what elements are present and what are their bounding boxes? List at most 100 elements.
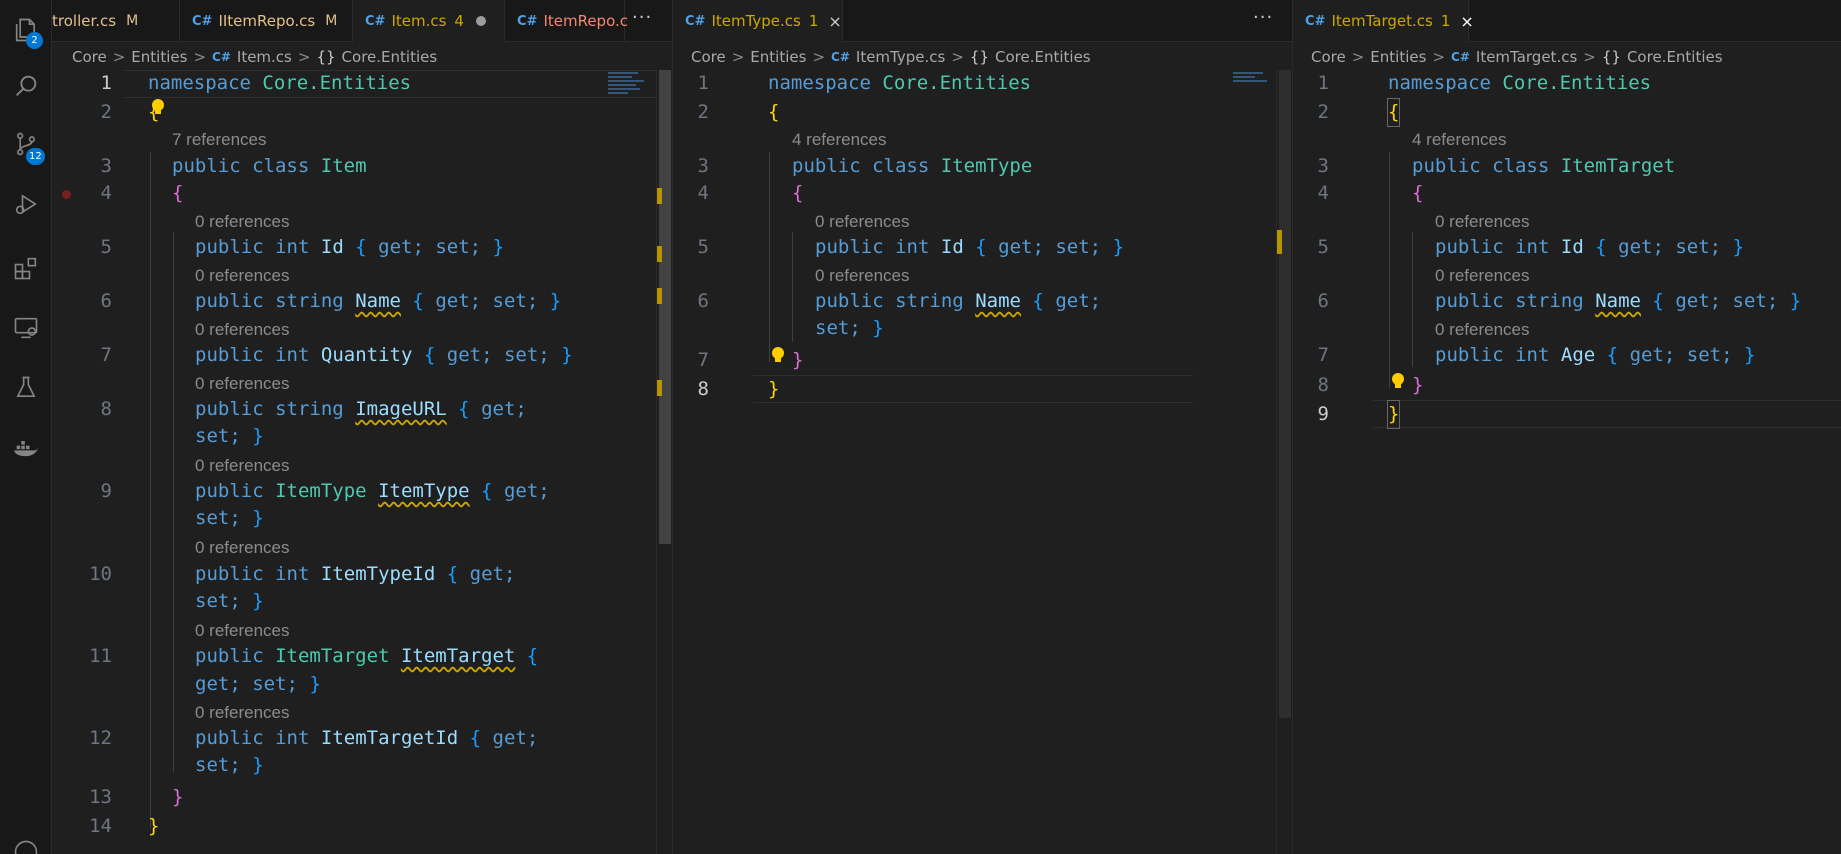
more-actions-icon[interactable]: ··· bbox=[632, 0, 652, 42]
code-token: public bbox=[172, 155, 241, 177]
search-icon[interactable] bbox=[0, 62, 52, 110]
breadcrumb-item[interactable]: Core.Entities bbox=[995, 48, 1091, 66]
line-number: 3 bbox=[697, 155, 709, 177]
codelens-references[interactable]: 0 references bbox=[195, 453, 290, 479]
code-token: int bbox=[275, 563, 310, 585]
code-token: Id bbox=[320, 236, 344, 258]
minimap[interactable] bbox=[608, 70, 648, 100]
breadcrumb-item[interactable]: Core.Entities bbox=[1627, 48, 1723, 66]
remote-explorer-icon[interactable] bbox=[0, 304, 52, 352]
source-control-icon[interactable]: 12 bbox=[0, 120, 52, 168]
minimap[interactable] bbox=[1233, 70, 1273, 100]
breadcrumb-item[interactable]: ItemType.cs bbox=[856, 48, 945, 66]
tab-iitemrepo[interactable]: C# IItemRepo.cs M bbox=[180, 0, 353, 42]
breadcrumb-item[interactable]: Core bbox=[1311, 48, 1346, 66]
codelens-references[interactable]: 0 references bbox=[195, 263, 290, 289]
codelens-references[interactable]: 4 references bbox=[792, 127, 887, 153]
line-number: 14 bbox=[89, 815, 112, 837]
code-token: set; bbox=[252, 673, 298, 695]
code-token: public bbox=[815, 290, 884, 312]
scrollbar-thumb[interactable] bbox=[1279, 70, 1291, 718]
code-token: Name bbox=[1595, 290, 1641, 312]
scrollbar-thumb[interactable] bbox=[659, 70, 671, 544]
code-token: public bbox=[1435, 236, 1504, 258]
warning-marker bbox=[657, 288, 662, 304]
testing-icon[interactable] bbox=[0, 364, 52, 412]
accounts-icon[interactable] bbox=[0, 828, 52, 854]
tab-itemtarget[interactable]: C# ItemTarget.cs 1 × bbox=[1293, 0, 1474, 42]
line-number: 12 bbox=[89, 727, 112, 749]
line-number: 6 bbox=[100, 290, 112, 312]
close-icon[interactable]: × bbox=[828, 12, 841, 31]
code-token: ItemType bbox=[940, 155, 1033, 177]
vertical-scrollbar[interactable] bbox=[656, 70, 671, 854]
problem-count: 4 bbox=[454, 12, 464, 30]
source-control-badge: 12 bbox=[26, 148, 45, 165]
tab-controller[interactable]: troller.cs M bbox=[52, 0, 180, 42]
code-token: Name bbox=[355, 290, 401, 312]
vertical-scrollbar[interactable] bbox=[1276, 70, 1291, 854]
codelens-references[interactable]: 7 references bbox=[172, 127, 267, 153]
code-token: { bbox=[172, 182, 184, 204]
breadcrumb-item[interactable]: Item.cs bbox=[237, 48, 292, 66]
tab-label: IItemRepo.cs bbox=[218, 12, 316, 30]
csharp-icon: C# bbox=[1451, 50, 1470, 64]
code-token: Quantity bbox=[320, 344, 413, 366]
more-actions-icon[interactable]: ··· bbox=[1253, 0, 1273, 42]
codelens-references[interactable]: 0 references bbox=[1435, 263, 1530, 289]
code-token: get; bbox=[195, 673, 241, 695]
line-number: 5 bbox=[697, 236, 709, 258]
explorer-icon[interactable]: 2 bbox=[0, 6, 52, 54]
editor-group-itemtype: C# ItemType.cs 1 × ··· Core > Entities > C… bbox=[673, 0, 1292, 854]
code-token: set; bbox=[1732, 290, 1779, 312]
codelens-references[interactable]: 0 references bbox=[815, 263, 910, 289]
codelens-references[interactable]: 4 references bbox=[1412, 127, 1507, 153]
code-token: } bbox=[1412, 374, 1424, 396]
codelens-references[interactable]: 0 references bbox=[195, 371, 290, 397]
code-token: int bbox=[1515, 236, 1550, 258]
csharp-icon: C# bbox=[517, 13, 538, 29]
unsaved-dot-icon[interactable] bbox=[475, 16, 486, 26]
chevron-right-icon: > bbox=[112, 48, 126, 66]
tab-itemrepo[interactable]: C# ItemRepo.c bbox=[505, 0, 628, 42]
breadcrumb-item[interactable]: Core bbox=[691, 48, 726, 66]
breadcrumb-item[interactable]: Core.Entities bbox=[342, 48, 438, 66]
editor-group-itemtarget: C# ItemTarget.cs 1 × Core > Entities > C# I… bbox=[1293, 0, 1841, 854]
activity-bar: 2 12 bbox=[0, 0, 52, 854]
breadcrumb-item[interactable]: Core bbox=[72, 48, 107, 66]
chevron-right-icon: > bbox=[1583, 48, 1596, 66]
code-token: Core.Entities bbox=[1502, 72, 1652, 94]
line-number: 1 bbox=[697, 72, 709, 94]
codelens-references[interactable]: 0 references bbox=[195, 618, 290, 644]
breadcrumb-item[interactable]: Entities bbox=[1370, 48, 1426, 66]
code-token: get; bbox=[481, 398, 527, 420]
code-token: get; bbox=[503, 480, 550, 502]
codelens-references[interactable]: 0 references bbox=[1435, 209, 1530, 235]
code-token: ItemTypeId bbox=[320, 563, 436, 585]
codelens-references[interactable]: 0 references bbox=[195, 209, 290, 235]
editor-group-item: troller.cs M C# IItemRepo.cs M C# Item.c… bbox=[52, 0, 672, 854]
code-token: { bbox=[792, 182, 804, 204]
tab-itemtype[interactable]: C# ItemType.cs 1 × bbox=[673, 0, 843, 42]
codelens-references[interactable]: 0 references bbox=[195, 535, 290, 561]
csharp-icon: C# bbox=[831, 50, 850, 64]
line-number: 4 bbox=[697, 182, 709, 204]
extensions-icon[interactable] bbox=[0, 244, 52, 292]
run-debug-icon[interactable] bbox=[0, 180, 52, 228]
breadcrumb-item[interactable]: Entities bbox=[131, 48, 187, 66]
line-number: 3 bbox=[100, 155, 112, 177]
close-icon[interactable]: × bbox=[1460, 12, 1473, 31]
breadcrumb-item[interactable]: ItemTarget.cs bbox=[1476, 48, 1577, 66]
codelens-references[interactable]: 0 references bbox=[195, 700, 290, 726]
code-token: string bbox=[275, 398, 344, 420]
csharp-icon: C# bbox=[212, 50, 231, 64]
tab-item[interactable]: C# Item.cs 4 bbox=[353, 0, 505, 42]
warning-marker bbox=[657, 188, 662, 204]
codelens-references[interactable]: 0 references bbox=[1435, 317, 1530, 343]
problem-count: 1 bbox=[1440, 12, 1451, 30]
codelens-references[interactable]: 0 references bbox=[195, 317, 290, 343]
breadcrumb-item[interactable]: Entities bbox=[750, 48, 806, 66]
codelens-references[interactable]: 0 references bbox=[815, 209, 910, 235]
tab-bar: troller.cs M C# IItemRepo.cs M C# Item.c… bbox=[52, 0, 672, 42]
docker-icon[interactable] bbox=[0, 424, 52, 472]
